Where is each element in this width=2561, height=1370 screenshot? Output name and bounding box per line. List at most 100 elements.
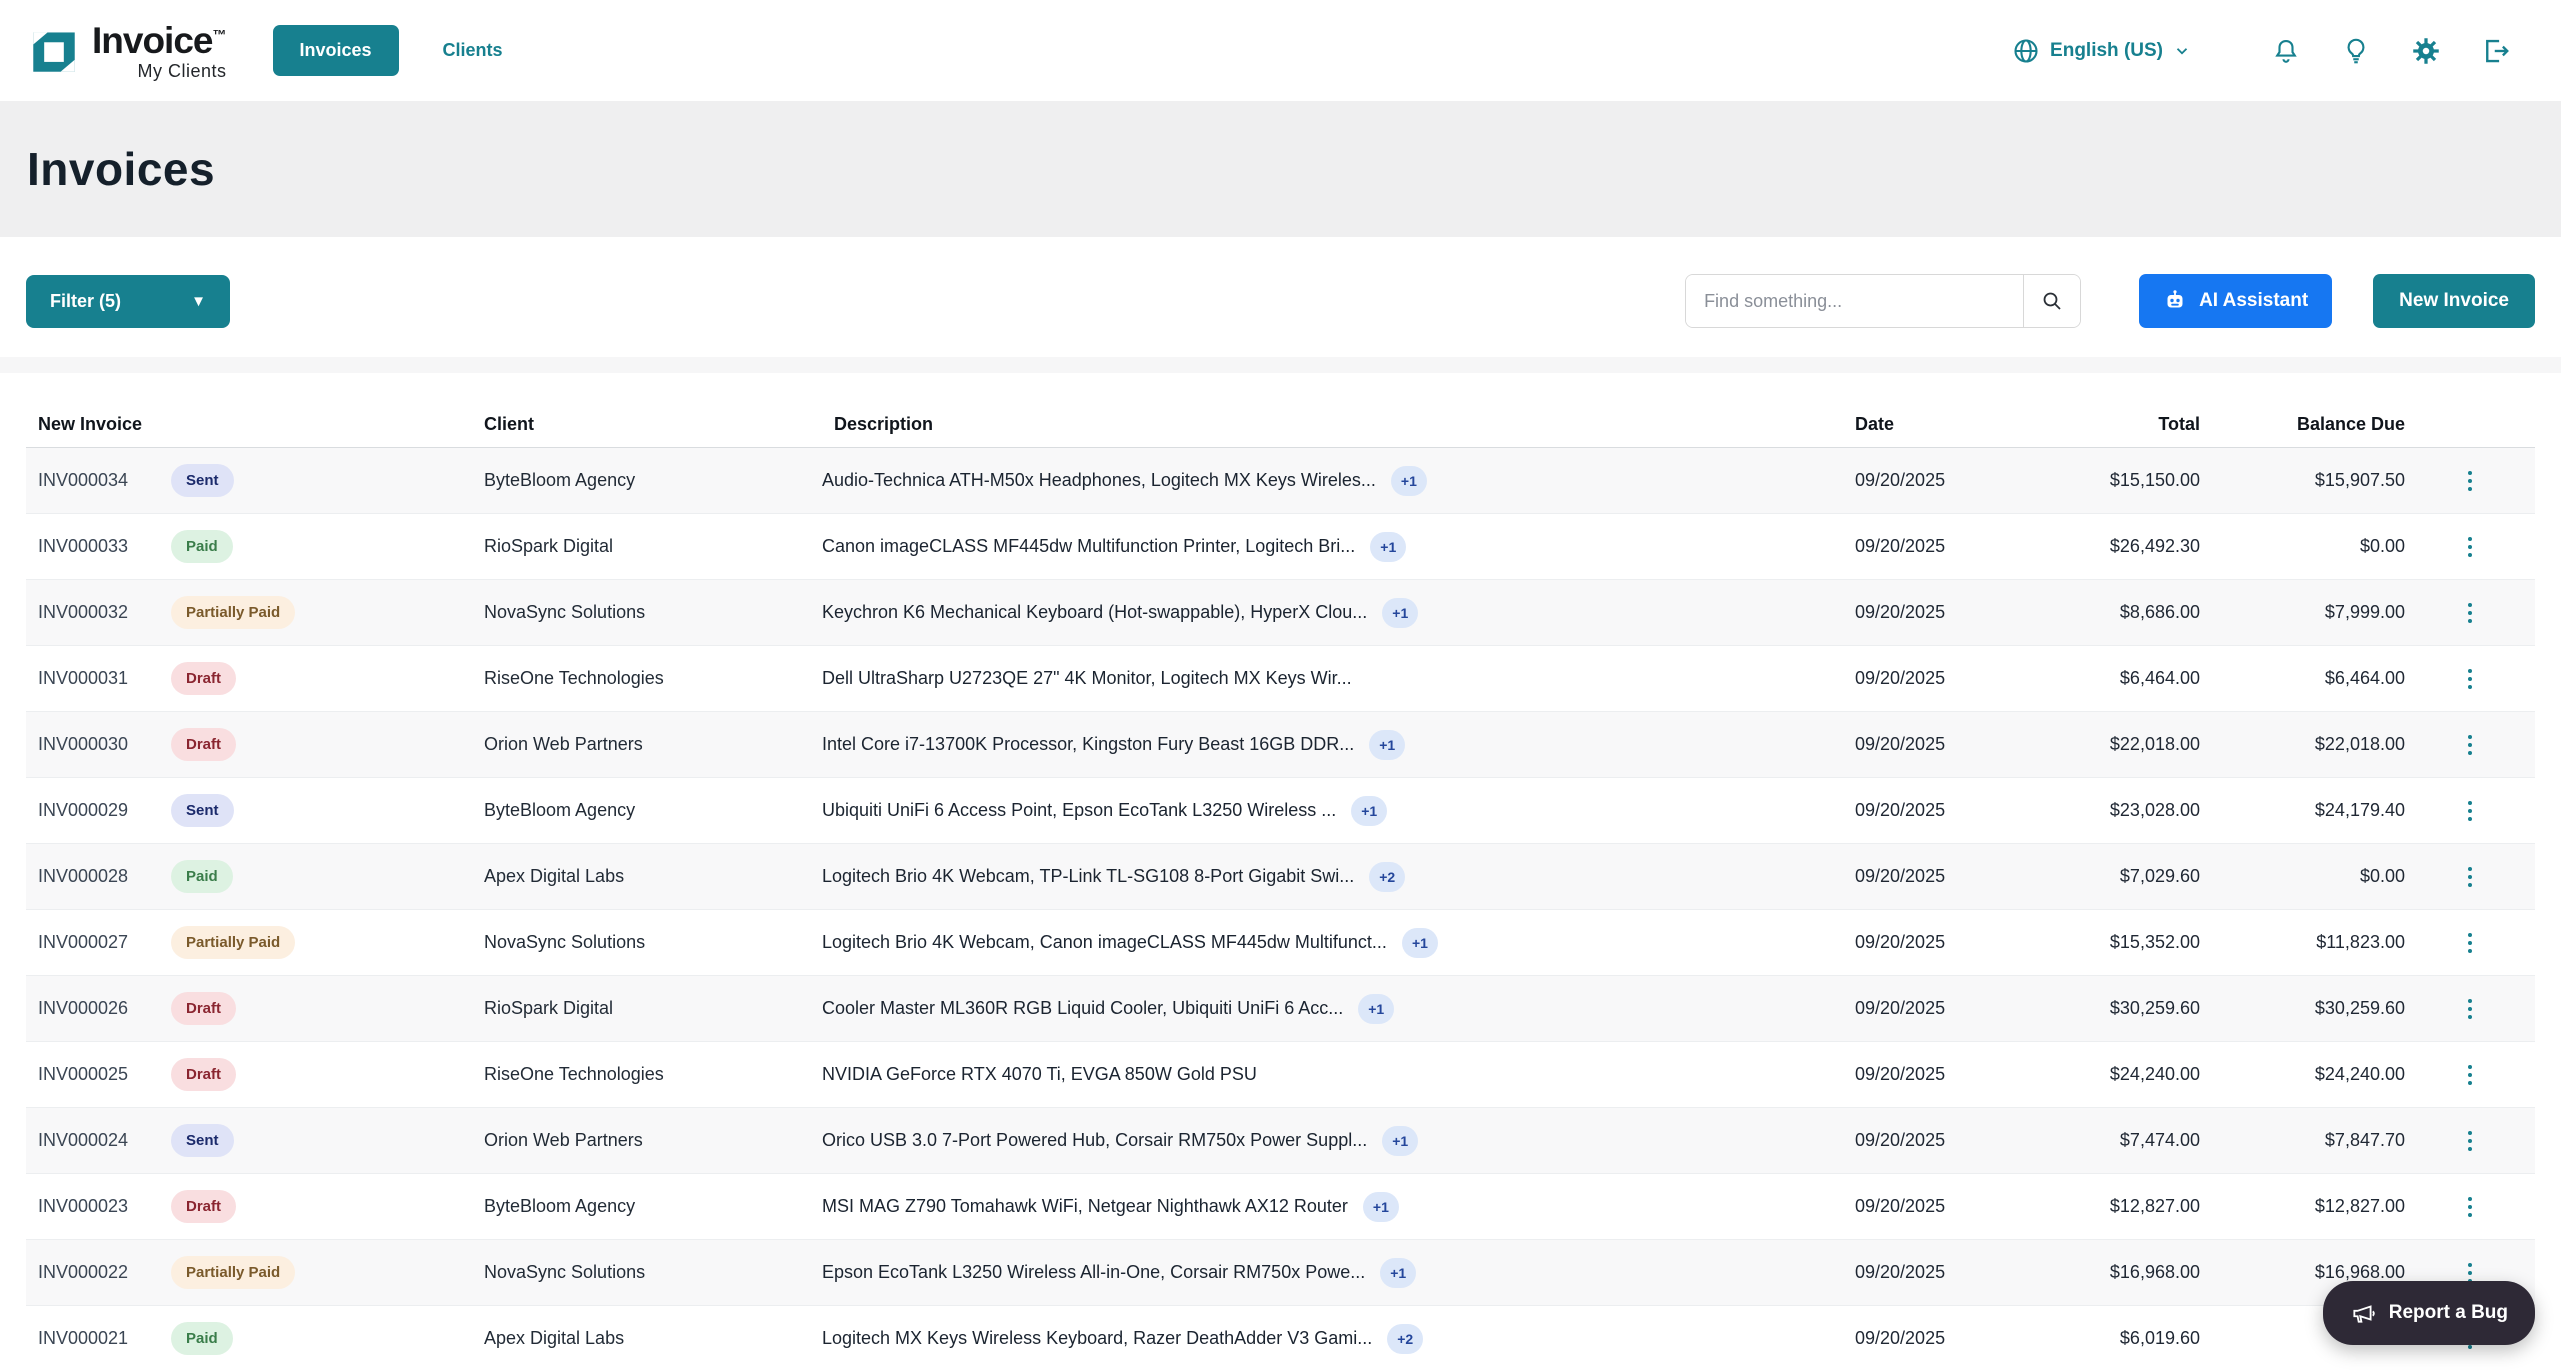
extra-items-badge: +2	[1369, 862, 1405, 892]
table-row[interactable]: INV000034 Sent ByteBloom Agency Audio-Te…	[26, 448, 2535, 514]
table-row[interactable]: INV000032 Partially Paid NovaSync Soluti…	[26, 580, 2535, 646]
logout-button[interactable]	[2461, 36, 2531, 66]
search-input[interactable]	[1686, 275, 2023, 327]
status-badge: Paid	[171, 1322, 233, 1355]
table-row[interactable]: INV000023 Draft ByteBloom Agency MSI MAG…	[26, 1174, 2535, 1240]
row-actions-menu-button[interactable]	[2448, 1125, 2492, 1157]
brand-name: Invoice™	[92, 22, 227, 59]
invoice-date: 09/20/2025	[1840, 800, 2000, 821]
table-row[interactable]: INV000025 Draft RiseOne Technologies NVI…	[26, 1042, 2535, 1108]
row-actions-menu-button[interactable]	[2448, 1059, 2492, 1091]
invoice-date: 09/20/2025	[1840, 668, 2000, 689]
kebab-icon	[2468, 999, 2472, 1003]
row-actions-menu-button[interactable]	[2448, 465, 2492, 497]
table-row[interactable]: INV000028 Paid Apex Digital Labs Logitec…	[26, 844, 2535, 910]
row-actions-menu-button[interactable]	[2448, 663, 2492, 695]
invoices-table: New Invoice Client Description Date Tota…	[26, 401, 2535, 1370]
invoice-balance-due: $16,968.00	[2225, 1262, 2430, 1283]
row-actions-menu-button[interactable]	[2448, 993, 2492, 1025]
column-header-description: Description	[822, 414, 1840, 435]
filter-caret-icon: ▼	[191, 293, 206, 310]
search-submit-button[interactable]	[2023, 275, 2080, 327]
page-title: Invoices	[27, 142, 215, 196]
invoice-total: $26,492.30	[2000, 536, 2225, 557]
new-invoice-button[interactable]: New Invoice	[2373, 274, 2535, 328]
table-row[interactable]: INV000029 Sent ByteBloom Agency Ubiquiti…	[26, 778, 2535, 844]
invoice-date: 09/20/2025	[1840, 470, 2000, 491]
invoice-date: 09/20/2025	[1840, 536, 2000, 557]
invoice-description: MSI MAG Z790 Tomahawk WiFi, Netgear Nigh…	[822, 1196, 1348, 1217]
header-actions: English (US)	[2012, 36, 2531, 66]
toolbar: Filter (5) ▼ AI Assistant New I	[0, 237, 2561, 328]
table-row[interactable]: INV000031 Draft RiseOne Technologies Del…	[26, 646, 2535, 712]
row-actions-menu-button[interactable]	[2448, 1191, 2492, 1223]
invoice-total: $23,028.00	[2000, 800, 2225, 821]
report-a-bug-label: Report a Bug	[2389, 1302, 2508, 1324]
table-row[interactable]: INV000022 Partially Paid NovaSync Soluti…	[26, 1240, 2535, 1306]
invoice-description: Cooler Master ML360R RGB Liquid Cooler, …	[822, 998, 1343, 1019]
theme-button[interactable]	[2321, 36, 2391, 66]
settings-button[interactable]	[2391, 36, 2461, 66]
invoice-description: Logitech MX Keys Wireless Keyboard, Raze…	[822, 1328, 1372, 1349]
nav-tab-clients[interactable]: Clients	[443, 40, 503, 61]
row-actions-menu-button[interactable]	[2448, 729, 2492, 761]
row-actions-menu-button[interactable]	[2448, 531, 2492, 563]
status-badge: Draft	[171, 662, 236, 695]
status-badge: Draft	[171, 728, 236, 761]
ai-assistant-button[interactable]: AI Assistant	[2139, 274, 2332, 328]
table-row[interactable]: INV000033 Paid RioSpark Digital Canon im…	[26, 514, 2535, 580]
filter-label: Filter (5)	[50, 291, 121, 312]
client-name: RiseOne Technologies	[472, 668, 822, 689]
invoice-balance-due: $24,240.00	[2225, 1064, 2430, 1085]
table-row[interactable]: INV000024 Sent Orion Web Partners Orico …	[26, 1108, 2535, 1174]
lightbulb-icon	[2341, 36, 2371, 66]
filter-button[interactable]: Filter (5) ▼	[26, 275, 230, 328]
status-badge: Draft	[171, 1190, 236, 1223]
invoice-number: INV000034	[38, 470, 171, 491]
row-actions-menu-button[interactable]	[2448, 795, 2492, 827]
invoice-date: 09/20/2025	[1840, 602, 2000, 623]
invoice-number: INV000031	[38, 668, 171, 689]
invoice-total: $30,259.60	[2000, 998, 2225, 1019]
invoice-description: Audio-Technica ATH-M50x Headphones, Logi…	[822, 470, 1376, 491]
extra-items-badge: +2	[1387, 1324, 1423, 1354]
ai-assistant-label: AI Assistant	[2199, 290, 2308, 312]
extra-items-badge: +1	[1370, 532, 1406, 562]
invoice-balance-due: $24,179.40	[2225, 800, 2430, 821]
extra-items-badge: +1	[1391, 466, 1427, 496]
table-header-row: New Invoice Client Description Date Tota…	[26, 401, 2535, 448]
row-actions-menu-button[interactable]	[2448, 927, 2492, 959]
invoice-balance-due: $0.00	[2225, 536, 2430, 557]
row-actions-menu-button[interactable]	[2448, 597, 2492, 629]
table-row[interactable]: INV000027 Partially Paid NovaSync Soluti…	[26, 910, 2535, 976]
kebab-icon	[2468, 735, 2472, 739]
table-row[interactable]: INV000021 Paid Apex Digital Labs Logitec…	[26, 1306, 2535, 1370]
invoice-number: INV000026	[38, 998, 171, 1019]
invoice-number: INV000022	[38, 1262, 171, 1283]
kebab-icon	[2468, 1197, 2472, 1201]
client-name: NovaSync Solutions	[472, 1262, 822, 1283]
megaphone-icon	[2350, 1300, 2376, 1326]
invoice-description: Epson EcoTank L3250 Wireless All-in-One,…	[822, 1262, 1365, 1283]
invoice-number: INV000025	[38, 1064, 171, 1085]
kebab-icon	[2468, 669, 2472, 673]
invoice-date: 09/20/2025	[1840, 998, 2000, 1019]
kebab-icon	[2468, 1263, 2472, 1267]
kebab-icon	[2468, 537, 2472, 541]
invoice-date: 09/20/2025	[1840, 1262, 2000, 1283]
chevron-down-icon	[2173, 42, 2191, 60]
table-row[interactable]: INV000026 Draft RioSpark Digital Cooler …	[26, 976, 2535, 1042]
table-row[interactable]: INV000030 Draft Orion Web Partners Intel…	[26, 712, 2535, 778]
language-selector[interactable]: English (US)	[2012, 37, 2191, 65]
invoice-total: $12,827.00	[2000, 1196, 2225, 1217]
gear-icon	[2411, 36, 2441, 66]
status-badge: Paid	[171, 860, 233, 893]
notifications-button[interactable]	[2251, 36, 2321, 66]
row-actions-menu-button[interactable]	[2448, 861, 2492, 893]
invoice-balance-due: $7,999.00	[2225, 602, 2430, 623]
invoice-date: 09/20/2025	[1840, 1130, 2000, 1151]
client-name: ByteBloom Agency	[472, 1196, 822, 1217]
client-name: Apex Digital Labs	[472, 1328, 822, 1349]
report-a-bug-button[interactable]: Report a Bug	[2323, 1281, 2535, 1345]
nav-tab-invoices[interactable]: Invoices	[273, 25, 399, 76]
